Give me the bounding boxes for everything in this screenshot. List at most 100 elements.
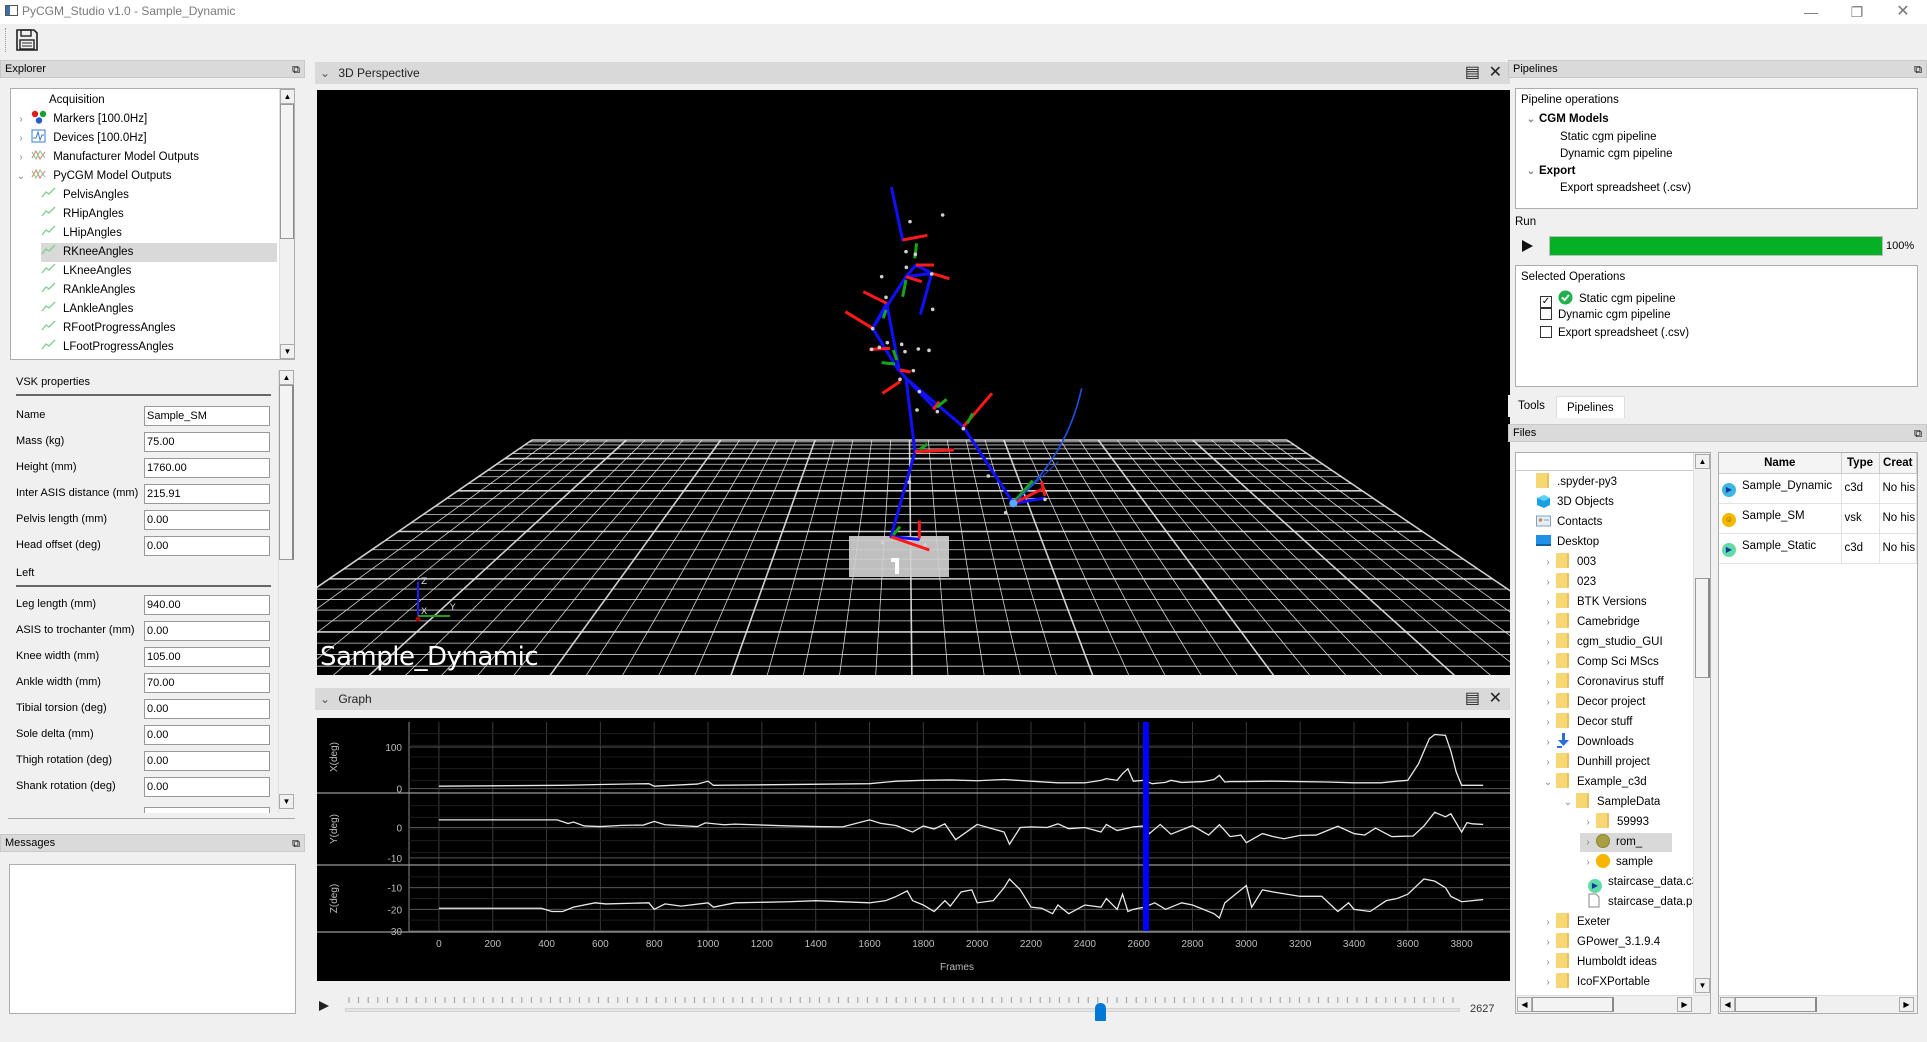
- tree-item-angles[interactable]: LHipAngles: [41, 224, 277, 243]
- minimize-button[interactable]: —: [1788, 2, 1834, 22]
- file-name-cell[interactable]: ▶ Sample_Dynamic: [1719, 473, 1842, 504]
- expand-chevron-icon[interactable]: ›: [1540, 713, 1556, 732]
- vsk-value-input[interactable]: [144, 621, 270, 641]
- vsk-value-input[interactable]: [144, 777, 270, 797]
- scroll-up-button[interactable]: ▲: [1695, 454, 1710, 469]
- files-vertical-scrollbar[interactable]: ▲ ▼: [1693, 453, 1710, 995]
- tree-item-angles[interactable]: RKneeAngles: [41, 243, 277, 262]
- scroll-thumb[interactable]: [1532, 997, 1614, 1012]
- expand-chevron-icon[interactable]: ›: [1540, 673, 1556, 692]
- close-panel-icon[interactable]: ✕: [1489, 688, 1502, 710]
- expand-chevron-icon[interactable]: ›: [14, 148, 28, 167]
- selected-operation[interactable]: ✓ Static cgm pipeline: [1540, 290, 1676, 308]
- vsk-value-input[interactable]: [144, 725, 270, 745]
- file-name-cell[interactable]: ▶ Sample_Static: [1719, 533, 1842, 564]
- file-tree-item[interactable]: › Camebridge: [1540, 613, 1670, 632]
- collapse-chevron-icon[interactable]: ⌄: [1523, 166, 1539, 177]
- file-tree-item[interactable]: › cgm_studio_GUI: [1540, 633, 1693, 652]
- tab-pipelines[interactable]: Pipelines: [1556, 396, 1625, 418]
- tree-item-angles[interactable]: LAnkleAngles: [41, 300, 277, 319]
- table-horizontal-scrollbar[interactable]: ◀ ▶: [1719, 995, 1917, 1013]
- collapse-chevron-icon[interactable]: ⌄: [315, 688, 335, 710]
- messages-box[interactable]: [9, 864, 296, 1014]
- 3d-scene[interactable]: Z Y X: [317, 90, 1510, 675]
- selected-marker[interactable]: [1009, 499, 1018, 508]
- file-tree-item[interactable]: ⌄ SampleData: [1560, 793, 1690, 812]
- file-tree-item[interactable]: › 023: [1540, 573, 1626, 592]
- maximize-panel-icon[interactable]: ▤: [1465, 688, 1480, 710]
- file-tree-item[interactable]: ▶ staircase_data.c3d: [1572, 873, 1710, 893]
- tree-root[interactable]: Acquisition: [49, 91, 105, 110]
- file-tree-item[interactable]: › 59993: [1580, 813, 1679, 832]
- collapse-chevron-icon[interactable]: ⌄: [1540, 773, 1556, 792]
- float-dock-icon[interactable]: ⧉: [1914, 62, 1922, 78]
- run-pipeline-button[interactable]: [1521, 238, 1535, 254]
- expand-chevron-icon[interactable]: ›: [1580, 853, 1596, 872]
- file-tree-item[interactable]: 3D Objects: [1520, 493, 1644, 512]
- graph-area[interactable]: 0 200 400 600 800 1000 1200 1400 1600 1800 2000 220…: [317, 718, 1510, 981]
- checkbox[interactable]: [1540, 308, 1552, 320]
- expand-chevron-icon[interactable]: ›: [1540, 933, 1556, 952]
- expand-chevron-icon[interactable]: ›: [14, 129, 28, 148]
- toolbar-grip[interactable]: [5, 28, 8, 52]
- expand-chevron-icon[interactable]: ›: [14, 110, 28, 129]
- vsk-value-input[interactable]: [144, 647, 270, 667]
- expand-chevron-icon[interactable]: ›: [1580, 833, 1596, 852]
- tree-item-angles[interactable]: RAnkleAngles: [41, 281, 277, 300]
- expand-chevron-icon[interactable]: ›: [1540, 913, 1556, 932]
- slider-handle[interactable]: [1094, 1003, 1106, 1021]
- file-tree-item[interactable]: › GPower_3.1.9.4: [1540, 933, 1690, 952]
- close-window-button[interactable]: ✕: [1880, 2, 1926, 22]
- expand-chevron-icon[interactable]: ›: [1540, 613, 1556, 632]
- scroll-right-button[interactable]: ▶: [1899, 997, 1914, 1012]
- tree-item-angles[interactable]: LKneeAngles: [41, 262, 277, 281]
- file-tree-item[interactable]: ⌄ Example_c3d: [1540, 773, 1677, 792]
- file-tree-item[interactable]: › sample: [1580, 853, 1683, 872]
- files-horizontal-scrollbar[interactable]: ◀ ▶: [1516, 995, 1710, 1013]
- vsk-value-input[interactable]: [144, 484, 270, 504]
- file-tree-item[interactable]: staircase_data.proj: [1572, 893, 1710, 912]
- tree-item-angles[interactable]: LFootProgressAngles: [41, 338, 277, 357]
- file-tree-item[interactable]: › Comp Sci MScs: [1540, 653, 1689, 672]
- scroll-thumb[interactable]: [1695, 578, 1710, 678]
- vsk-value-input[interactable]: [144, 510, 270, 530]
- column-header-created[interactable]: Creat: [1879, 453, 1917, 474]
- file-tree-item[interactable]: › Exeter: [1540, 913, 1640, 932]
- float-dock-icon[interactable]: ⧉: [292, 836, 300, 852]
- checkbox[interactable]: [1540, 326, 1552, 338]
- collapse-chevron-icon[interactable]: ⌄: [315, 62, 335, 84]
- scroll-down-button[interactable]: ▼: [279, 794, 294, 809]
- file-tree-item[interactable]: Desktop: [1520, 533, 1629, 552]
- file-table-row[interactable]: ☺ Sample_SM vsk No his: [1719, 503, 1917, 534]
- expand-chevron-icon[interactable]: ›: [1540, 633, 1556, 652]
- tree-scrollbar[interactable]: ▲ ▼: [279, 89, 294, 359]
- tree-item-angles[interactable]: PelvisAngles: [41, 186, 277, 205]
- checkbox[interactable]: ✓: [1540, 296, 1552, 308]
- column-header-type[interactable]: Type: [1841, 453, 1880, 474]
- scroll-left-button[interactable]: ◀: [1517, 997, 1532, 1012]
- vsk-scrollbar[interactable]: ▲ ▼: [278, 370, 294, 813]
- selected-operation[interactable]: Export spreadsheet (.csv): [1540, 326, 1689, 339]
- tree-item-pycgm-outputs[interactable]: ⌄ PyCGM Model Outputs: [14, 167, 171, 186]
- group-export[interactable]: ⌄ Export: [1523, 165, 1576, 177]
- file-table-row[interactable]: ▶ Sample_Dynamic c3d No his: [1719, 473, 1917, 504]
- file-tree-item[interactable]: › IcoFXPortable: [1540, 973, 1680, 992]
- expand-chevron-icon[interactable]: ›: [1540, 973, 1556, 992]
- vsk-value-input[interactable]: [144, 751, 270, 771]
- collapse-chevron-icon[interactable]: ⌄: [1523, 114, 1539, 125]
- expand-chevron-icon[interactable]: ›: [1580, 813, 1596, 832]
- file-tree-item[interactable]: › Decor stuff: [1540, 713, 1662, 732]
- timeline-slider[interactable]: [345, 993, 1460, 1023]
- expand-chevron-icon[interactable]: ›: [1540, 753, 1556, 772]
- vsk-value-input[interactable]: [144, 673, 270, 693]
- float-dock-icon[interactable]: ⧉: [1914, 426, 1922, 442]
- restore-button[interactable]: ❐: [1834, 2, 1880, 22]
- expand-chevron-icon[interactable]: ›: [1540, 953, 1556, 972]
- collapse-chevron-icon[interactable]: ⌄: [1560, 793, 1576, 812]
- scroll-up-button[interactable]: ▲: [279, 370, 294, 385]
- file-name-cell[interactable]: ☺ Sample_SM: [1719, 503, 1842, 534]
- tree-item-angles[interactable]: RFootProgressAngles: [41, 319, 277, 338]
- vsk-value-input[interactable]: [144, 536, 270, 556]
- group-cgm-models[interactable]: ⌄ CGM Models: [1523, 113, 1609, 125]
- 3d-viewport[interactable]: Z Y X Sample_Dynamic: [317, 90, 1510, 675]
